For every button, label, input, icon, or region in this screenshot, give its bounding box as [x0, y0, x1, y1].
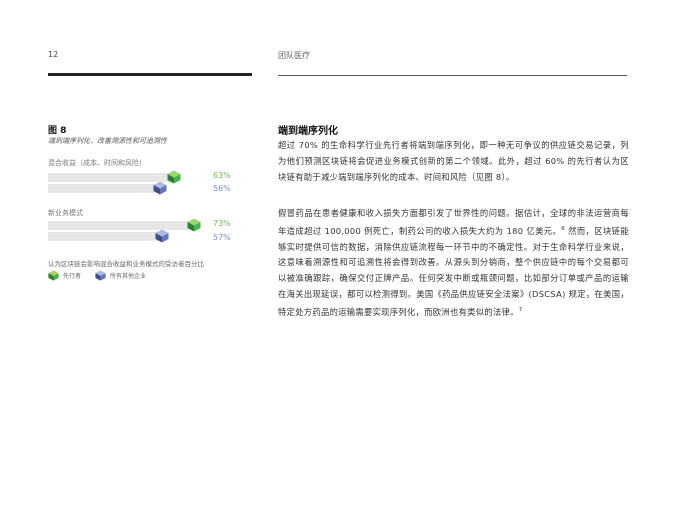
paragraph-1-text: 超过 70% 的生命科学行业先行者将端到端序列化，即一种无可争议的供应链交易记录…	[278, 140, 629, 182]
bar-end-cube-icon	[187, 218, 201, 232]
footnote-ref-7: 7	[518, 307, 523, 314]
paragraph-2: 假冒药品在患者健康和收入损失方面都引发了世界性的问题。据估计，全球的非法运营商每…	[278, 206, 629, 321]
paragraph-2-continued: 然而，区块链能够实时提供可信的数据，消除供应链流程每一环节中的不确定性。对于生命…	[278, 225, 629, 317]
blue-cube-icon	[95, 270, 106, 281]
section-heading: 端到端序列化	[278, 126, 338, 137]
bar-others-1	[48, 184, 160, 193]
bar-end-cube-icon	[153, 181, 167, 195]
leaders-pct-new-business-models: 73%	[213, 219, 231, 228]
paragraph-1: 超过 70% 的生命科学行业先行者将端到端序列化，即一种无可争议的供应链交易记录…	[278, 138, 629, 186]
right-divider	[278, 75, 627, 76]
legend-leaders: 先行者	[48, 270, 81, 281]
legend-others-label: 所有其他企业	[110, 273, 147, 280]
left-divider	[48, 73, 252, 76]
figure-caption: 端到端序列化，改善溯源性和可追溯性	[48, 137, 167, 145]
legend-leaders-label: 先行者	[63, 273, 82, 280]
bar-end-cube-icon	[155, 229, 169, 243]
others-pct-mixed-benefits: 56%	[213, 184, 231, 193]
bar-leaders-2	[48, 221, 194, 230]
running-head: 团队医疗	[278, 51, 310, 60]
leaders-pct-mixed-benefits: 63%	[213, 171, 231, 180]
page-number: 12	[48, 50, 59, 59]
legend-others: 所有其他企业	[95, 270, 146, 281]
bar-others-2	[48, 232, 162, 241]
green-cube-icon	[48, 270, 59, 281]
figure-footnote: 认为区块链会影响混合收益和业务模式的受访者百分比	[48, 260, 204, 268]
group-title-new-business-models: 新业务模式	[48, 209, 83, 217]
bar-end-cube-icon	[167, 170, 181, 184]
figure-label: 图 8	[48, 126, 67, 136]
others-pct-new-business-models: 57%	[213, 233, 231, 242]
group-title-mixed-benefits: 混合收益（成本、时间和风险）	[48, 159, 146, 167]
